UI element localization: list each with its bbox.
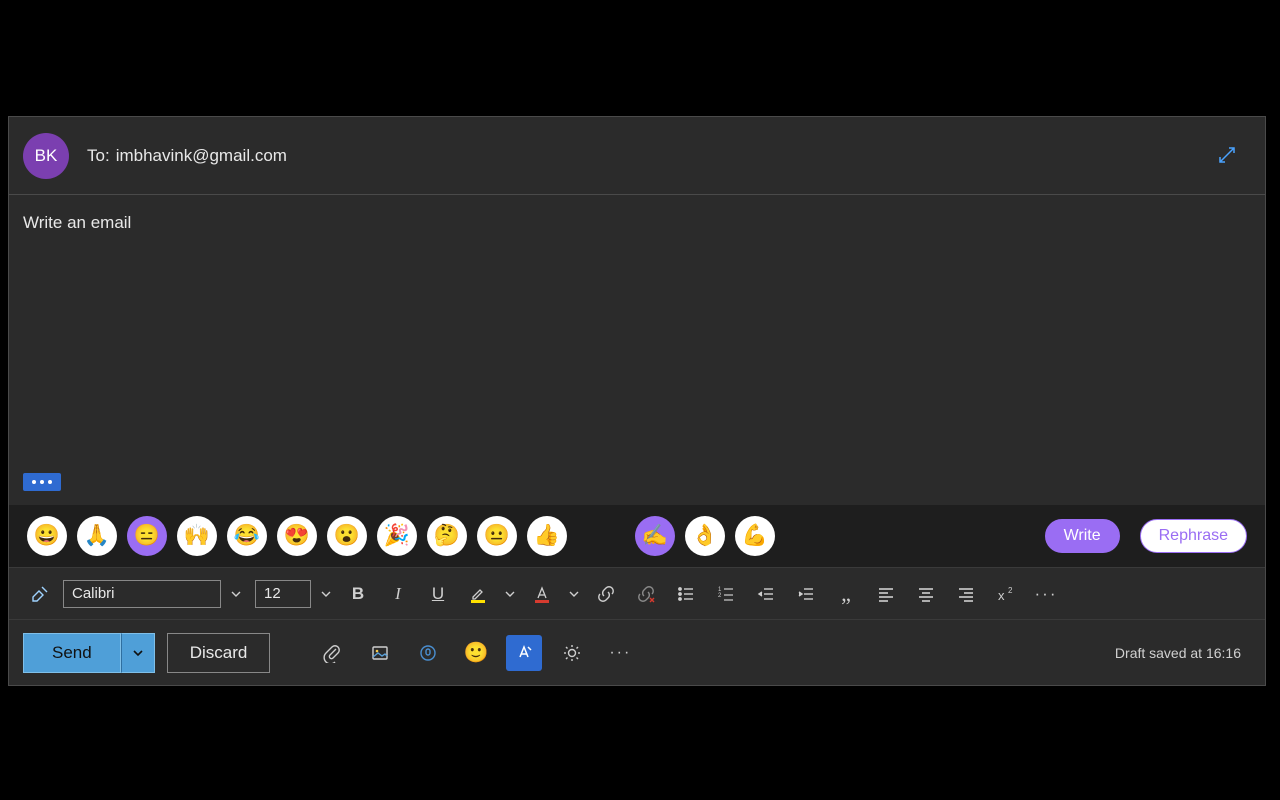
discard-button[interactable]: Discard bbox=[167, 633, 271, 673]
font-size-select[interactable]: 12 bbox=[255, 580, 311, 608]
attach-file-icon[interactable] bbox=[314, 635, 350, 671]
font-color-button[interactable] bbox=[525, 577, 559, 611]
avatar-initials: BK bbox=[35, 146, 58, 166]
highlight-color-button[interactable] bbox=[461, 577, 495, 611]
emoji-thumbs-up[interactable]: 👍 bbox=[527, 516, 567, 556]
emoji-pray[interactable]: 🙏 bbox=[77, 516, 117, 556]
emoji-flex[interactable]: 💪 bbox=[735, 516, 775, 556]
font-name-select[interactable]: Calibri bbox=[63, 580, 221, 608]
to-field-value[interactable]: imbhavink@gmail.com bbox=[116, 146, 287, 166]
body-text: Write an email bbox=[23, 213, 1251, 233]
insert-emoji-icon[interactable]: 🙂 bbox=[458, 635, 494, 671]
theme-toggle-icon[interactable] bbox=[554, 635, 590, 671]
font-size-dropdown-icon[interactable] bbox=[317, 580, 335, 608]
dictate-icon[interactable] bbox=[410, 635, 446, 671]
action-toolbar: Send Discard 🙂 ··· Draft saved at 16:16 bbox=[9, 619, 1265, 685]
send-options-dropdown[interactable] bbox=[121, 633, 155, 673]
format-toolbar: Calibri 12 B I U bbox=[9, 567, 1265, 619]
to-label: To: bbox=[87, 146, 110, 166]
insert-link-button[interactable] bbox=[589, 577, 623, 611]
send-button[interactable]: Send bbox=[23, 633, 121, 673]
emoji-party[interactable]: 🎉 bbox=[377, 516, 417, 556]
emoji-heart-eyes[interactable]: 😍 bbox=[277, 516, 317, 556]
emoji-joy[interactable]: 😂 bbox=[227, 516, 267, 556]
more-actions-button[interactable]: ··· bbox=[602, 635, 638, 671]
italic-button[interactable]: I bbox=[381, 577, 415, 611]
font-color-dropdown-icon[interactable] bbox=[565, 580, 583, 608]
trimmed-content-toggle[interactable] bbox=[23, 473, 61, 491]
align-left-button[interactable] bbox=[869, 577, 903, 611]
svg-text:2: 2 bbox=[718, 593, 722, 599]
emoji-grinning[interactable]: 😀 bbox=[27, 516, 67, 556]
numbered-list-button[interactable]: 12 bbox=[709, 577, 743, 611]
emoji-writing-hand[interactable]: ✍️ bbox=[635, 516, 675, 556]
svg-text:2: 2 bbox=[1008, 586, 1013, 595]
insert-picture-icon[interactable] bbox=[362, 635, 398, 671]
draft-status: Draft saved at 16:16 bbox=[1115, 645, 1251, 661]
emoji-open-mouth[interactable]: 😮 bbox=[327, 516, 367, 556]
compose-header: BK To: imbhavink@gmail.com bbox=[9, 117, 1265, 195]
align-right-button[interactable] bbox=[949, 577, 983, 611]
highlight-color-dropdown-icon[interactable] bbox=[501, 580, 519, 608]
compose-window: BK To: imbhavink@gmail.com Write an emai… bbox=[8, 116, 1266, 686]
send-button-group: Send bbox=[23, 633, 155, 673]
expand-window-icon[interactable] bbox=[1217, 145, 1237, 165]
bold-button[interactable]: B bbox=[341, 577, 375, 611]
indent-button[interactable] bbox=[789, 577, 823, 611]
ai-write-button[interactable]: Write bbox=[1045, 519, 1120, 553]
quote-button[interactable]: „ bbox=[829, 577, 863, 611]
font-name-value: Calibri bbox=[72, 585, 115, 602]
underline-button[interactable]: U bbox=[421, 577, 455, 611]
svg-text:x: x bbox=[998, 588, 1005, 603]
emoji-row: 😀 🙏 😑 🙌 😂 😍 😮 🎉 🤔 😐 👍 ✍️ 👌 💪 Write Rephr… bbox=[9, 505, 1265, 567]
format-painter-icon[interactable] bbox=[23, 577, 57, 611]
compose-body[interactable]: Write an email bbox=[9, 195, 1265, 505]
editor-immersive-icon[interactable] bbox=[506, 635, 542, 671]
outdent-button[interactable] bbox=[749, 577, 783, 611]
remove-link-button[interactable] bbox=[629, 577, 663, 611]
avatar: BK bbox=[23, 133, 69, 179]
align-center-button[interactable] bbox=[909, 577, 943, 611]
more-format-button[interactable]: ··· bbox=[1029, 577, 1063, 611]
font-size-value: 12 bbox=[264, 585, 281, 602]
emoji-raised-hands[interactable]: 🙌 bbox=[177, 516, 217, 556]
emoji-expressionless[interactable]: 😑 bbox=[127, 516, 167, 556]
ai-rephrase-button[interactable]: Rephrase bbox=[1140, 519, 1247, 553]
superscript-button[interactable]: x2 bbox=[989, 577, 1023, 611]
emoji-ok-hand[interactable]: 👌 bbox=[685, 516, 725, 556]
font-name-dropdown-icon[interactable] bbox=[227, 580, 245, 608]
bullet-list-button[interactable] bbox=[669, 577, 703, 611]
emoji-neutral[interactable]: 😐 bbox=[477, 516, 517, 556]
emoji-thinking[interactable]: 🤔 bbox=[427, 516, 467, 556]
